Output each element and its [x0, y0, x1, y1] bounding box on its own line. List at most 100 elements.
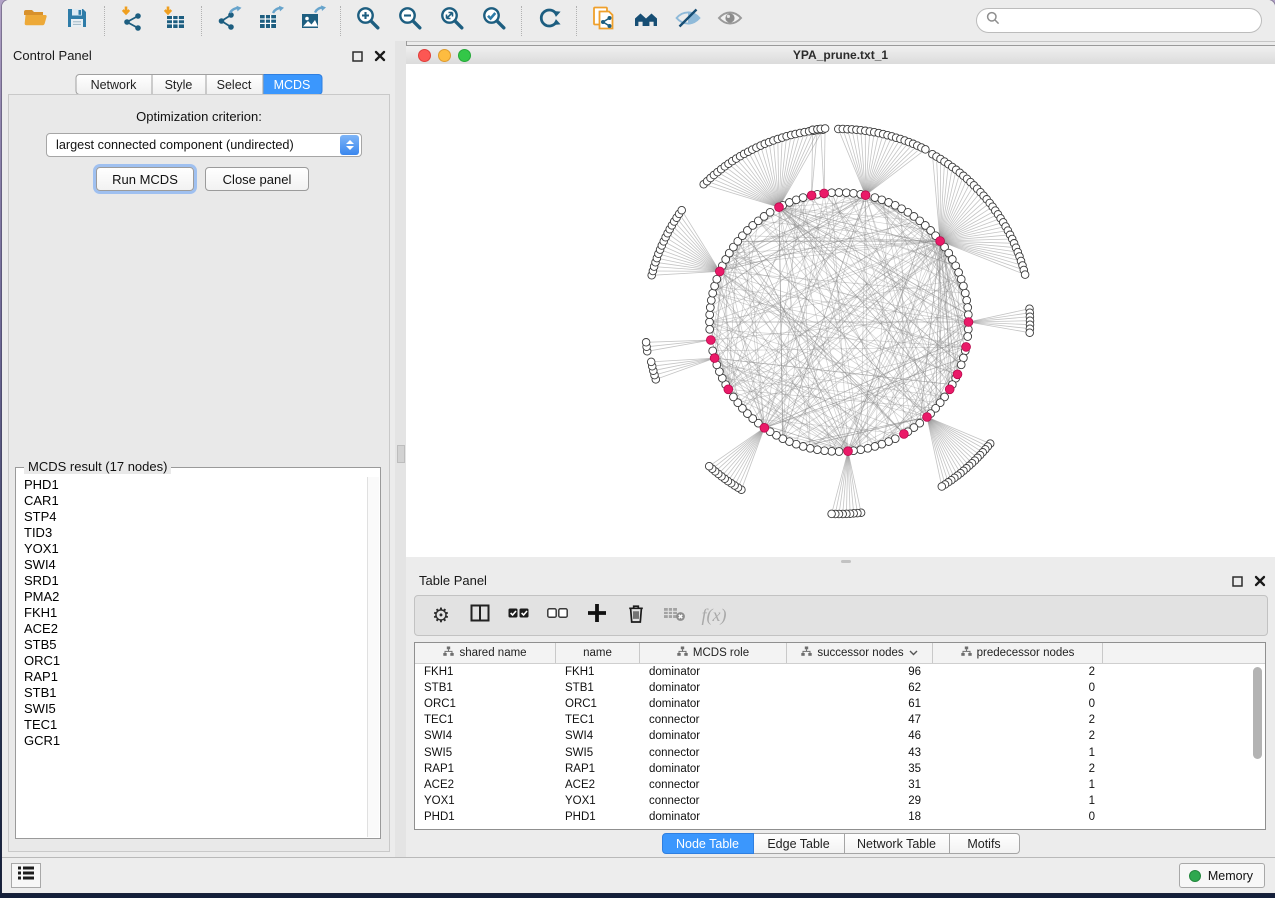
mcds-node-item[interactable]: PMA2	[17, 589, 368, 605]
tab-edge-table[interactable]: Edge Table	[754, 833, 845, 854]
zoom-out-button[interactable]	[392, 5, 428, 37]
export-image-button[interactable]	[295, 5, 331, 37]
cell-predecessor-nodes: 2	[933, 730, 1103, 742]
horizontal-splitter[interactable]	[406, 557, 1275, 566]
open-session-button[interactable]	[17, 5, 53, 37]
mcds-list-scrollbar[interactable]	[367, 477, 379, 837]
tab-node-table[interactable]: Node Table	[662, 833, 754, 854]
export-network-button[interactable]	[211, 5, 247, 37]
table-row[interactable]: STB1STB1dominator620	[415, 680, 1265, 696]
close-window-button[interactable]	[418, 49, 431, 62]
mcds-node-item[interactable]: FKH1	[17, 605, 368, 621]
tab-motifs[interactable]: Motifs	[950, 833, 1020, 854]
mcds-node-item[interactable]: STB5	[17, 637, 368, 653]
mcds-result-list: PHD1CAR1STP4TID3YOX1SWI4SRD1PMA2FKH1ACE2…	[17, 477, 368, 837]
column-header-successor-nodes[interactable]: successor nodes	[787, 643, 933, 663]
table-row[interactable]: ORC1ORC1dominator610	[415, 696, 1265, 712]
import-network-button[interactable]	[114, 5, 150, 37]
mcds-node-item[interactable]: SWI5	[17, 701, 368, 717]
mcds-node-item[interactable]: STB1	[17, 685, 368, 701]
table-toolbar: ⚙ f(x)	[414, 595, 1268, 636]
column-header-predecessor-nodes[interactable]: predecessor nodes	[933, 643, 1103, 663]
mcds-node-item[interactable]: TID3	[17, 525, 368, 541]
save-session-button[interactable]	[59, 5, 95, 37]
memory-button[interactable]: Memory	[1179, 863, 1265, 888]
delete-column-button[interactable]	[624, 604, 648, 628]
tab-mcds[interactable]: MCDS	[263, 74, 322, 95]
mcds-node-item[interactable]: GCR1	[17, 733, 368, 749]
import-table-button[interactable]	[156, 5, 192, 37]
import-table-icon	[161, 5, 187, 36]
mcds-node-item[interactable]: TEC1	[17, 717, 368, 733]
select-all-button[interactable]	[507, 604, 531, 628]
delete-table-button-disabled	[663, 604, 687, 628]
criterion-select[interactable]: largest connected component (undirected)	[46, 133, 362, 157]
deselect-all-button[interactable]	[546, 604, 570, 628]
right-region: YPA_prune.txt_1 Table Panel ⚙ f(x) sh	[406, 41, 1275, 858]
column-header-name[interactable]: name	[556, 643, 640, 663]
network-canvas[interactable]	[406, 64, 1275, 558]
table-row[interactable]: SWI4SWI4dominator462	[415, 728, 1265, 744]
mcds-node-item[interactable]: YOX1	[17, 541, 368, 557]
clone-network-button[interactable]	[586, 5, 622, 37]
tab-network[interactable]: Network	[75, 74, 152, 95]
table-row[interactable]: SWI5SWI5connector431	[415, 744, 1265, 760]
refresh-button[interactable]	[531, 5, 567, 37]
cell-predecessor-nodes: 2	[933, 763, 1103, 775]
show-log-button[interactable]	[11, 863, 41, 888]
tab-network-table[interactable]: Network Table	[845, 833, 950, 854]
cell-shared-name: STB1	[415, 682, 556, 694]
table-panel-title: Table Panel	[419, 573, 487, 588]
maximize-window-button[interactable]	[458, 49, 471, 62]
control-panel-tabs: NetworkStyleSelectMCDS	[75, 74, 322, 95]
close-panel-icon[interactable]	[374, 49, 386, 67]
zoom-in-button[interactable]	[350, 5, 386, 37]
mcds-node-item[interactable]: ACE2	[17, 621, 368, 637]
splitter-handle[interactable]	[841, 560, 851, 563]
zoom-selected-button[interactable]	[476, 5, 512, 37]
table-row[interactable]: TEC1TEC1connector472	[415, 712, 1265, 728]
mcds-node-item[interactable]: SWI4	[17, 557, 368, 573]
cell-predecessor-nodes: 1	[933, 779, 1103, 791]
fx-icon: f(x)	[702, 605, 727, 626]
toggle-panes-button[interactable]	[468, 604, 492, 628]
mcds-node-item[interactable]: PHD1	[17, 477, 368, 493]
mcds-node-item[interactable]: SRD1	[17, 573, 368, 589]
table-row[interactable]: YOX1YOX1connector291	[415, 793, 1265, 809]
show-all-button[interactable]	[712, 5, 748, 37]
cell-successor-nodes: 46	[787, 730, 933, 742]
tab-select[interactable]: Select	[206, 74, 263, 95]
column-header-shared-name[interactable]: shared name	[415, 643, 556, 663]
column-label: predecessor nodes	[977, 647, 1075, 659]
splitter-handle[interactable]	[397, 445, 405, 463]
table-scrollbar-thumb[interactable]	[1253, 667, 1262, 759]
table-row[interactable]: PHD1PHD1dominator180	[415, 809, 1265, 825]
search-input[interactable]	[1006, 13, 1252, 29]
mcds-node-item[interactable]: RAP1	[17, 669, 368, 685]
close-panel-button[interactable]: Close panel	[205, 167, 309, 191]
table-settings-button[interactable]: ⚙	[429, 604, 453, 628]
table-row[interactable]: FKH1FKH1dominator962	[415, 664, 1265, 680]
zoom-fit-button[interactable]	[434, 5, 470, 37]
cell-name: RAP1	[556, 763, 640, 775]
mcds-node-item[interactable]: CAR1	[17, 493, 368, 509]
table-row[interactable]: ACE2ACE2connector311	[415, 777, 1265, 793]
binoculars-button[interactable]	[628, 5, 664, 37]
column-header-MCDS-role[interactable]: MCDS role	[640, 643, 787, 663]
column-label: MCDS role	[693, 647, 749, 659]
mcds-node-item[interactable]: ORC1	[17, 653, 368, 669]
mcds-node-item[interactable]: STP4	[17, 509, 368, 525]
close-panel-icon[interactable]	[1254, 574, 1266, 592]
add-column-button[interactable]	[585, 604, 609, 628]
tab-style[interactable]: Style	[152, 74, 206, 95]
float-panel-icon[interactable]	[1232, 574, 1243, 592]
export-table-button[interactable]	[253, 5, 289, 37]
network-window-titlebar: YPA_prune.txt_1	[406, 45, 1275, 66]
float-panel-icon[interactable]	[352, 49, 363, 67]
cell-successor-nodes: 43	[787, 747, 933, 759]
cell-MCDS-role: dominator	[640, 811, 787, 823]
minimize-window-button[interactable]	[438, 49, 451, 62]
run-mcds-button[interactable]: Run MCDS	[96, 167, 194, 191]
table-row[interactable]: RAP1RAP1dominator352	[415, 761, 1265, 777]
hide-selected-button[interactable]	[670, 5, 706, 37]
